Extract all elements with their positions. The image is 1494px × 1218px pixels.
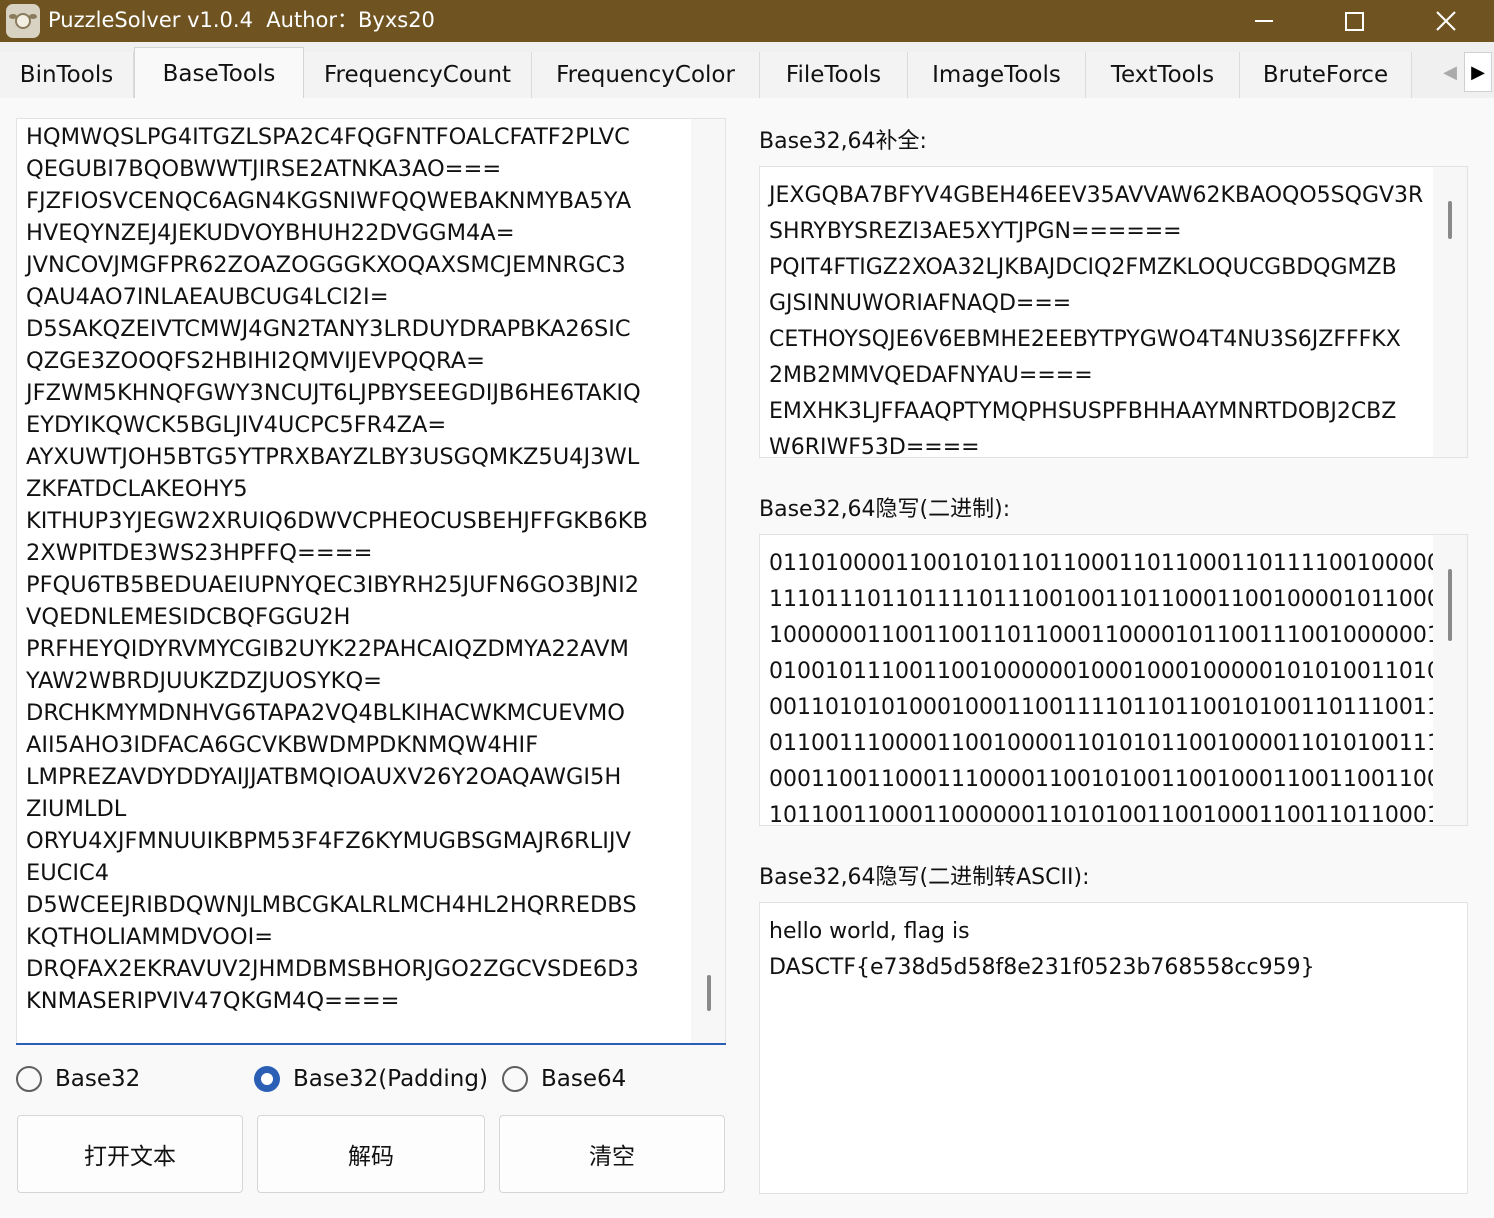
text-line: JFZWM5KHNQFGWY3NCUJT6LJPBYSEEGDIJB6HE6TA… [26, 380, 641, 406]
text-line: HVEQYNZEJ4JEKUDVOYBHUH22DVGGM4A= [26, 220, 515, 246]
text-line: GJSINNUWORIAFNAQD=== [769, 291, 1072, 316]
text-line: DRCHKMYMDNHVG6TAPA2VQ4BLKIHACWKMCUEVMO [26, 700, 625, 726]
binary-output[interactable]: 0110100001100101011011000110110001101111… [759, 534, 1468, 826]
text-line: EYDYIKQWCK5BGLJIV4UCPC5FR4ZA= [26, 412, 447, 438]
text-line: 0110011100001100100001101010110010000110… [769, 731, 1455, 756]
ascii-output-text: hello world, flag is DASCTF{e738d5d58f8e… [769, 914, 1315, 986]
text-line: PRFHEYQIDYRVMYCGIB2UYK22PAHCAIQZDMYA22AV… [26, 636, 629, 662]
text-line: FJZFIOSVCENQC6AGN4KGSNIWFQQWEBAKNMYBA5YA [26, 188, 632, 214]
text-line: KITHUP3YJEGW2XRUIQ6DWVCPHEOCUSBEHJFFGKB6… [26, 508, 648, 534]
chevron-right-icon: ▶ [1471, 61, 1485, 83]
tab-bar: BinTools BaseTools FrequencyCount Freque… [0, 42, 1494, 99]
text-line: 0001100110001110000110010100110010001100… [769, 767, 1455, 792]
text-line: EMXHK3LJFFAAQPTYMQPHSUSPFBHHAAYMNRTDOBJ2… [769, 399, 1397, 424]
text-line: QZGE3ZOOQFS2HBIHI2QMVIJEVPQQRA= [26, 348, 485, 374]
tab-bintools[interactable]: BinTools [0, 52, 134, 98]
text-line: 2MB2MMVQEDAFNYAU==== [769, 363, 1093, 388]
ascii-label: Base32,64隐写(二进制转ASCII): [759, 865, 1090, 890]
radio-base32-padding-label[interactable]: Base32(Padding) [293, 1066, 488, 1092]
text-line: ZIUMLDL [26, 796, 127, 822]
text-line: 2XWPITDE3WS23HPFFQ==== [26, 540, 373, 566]
window-title: PuzzleSolver v1.0.4 Author：Byxs20 [48, 8, 435, 32]
tab-scroll-left-button[interactable]: ◀ [1436, 52, 1464, 92]
binary-scrollbar[interactable] [1433, 535, 1467, 825]
text-line: QAU4AO7INLAEAUBCUG4LCI2I= [26, 284, 389, 310]
input-text: HQMWQSLPG4ITGZLSPA2C4FQGFNTFOALCFATF2PLV… [26, 121, 648, 1017]
minimize-icon [1255, 20, 1273, 22]
text-line: ZKFATDCLAKEOHY5 [26, 476, 248, 502]
text-line: JEXGQBA7BFYV4GBEH46EEV35AVVAW62KBAOQO5SQ… [769, 183, 1424, 208]
text-line: JVNCOVJMGFPR62ZOAZOGGGKXOQAXSMCJEMNRGC3 [26, 252, 626, 278]
radio-base32[interactable] [16, 1066, 42, 1092]
close-icon [1436, 11, 1456, 31]
padding-label: Base32,64补全: [759, 129, 927, 154]
tab-frequencycount[interactable]: FrequencyCount [304, 52, 532, 98]
text-line: PQIT4FTIGZ2XOA32LJKBAJDCIQ2FMZKLOQUCGBDQ… [769, 255, 1397, 280]
tab-basetools[interactable]: BaseTools [134, 47, 304, 99]
text-line: PFQU6TB5BEDUAEIUPNYQEC3IBYRH25JUFN6GO3BJ… [26, 572, 640, 598]
text-line: ORYU4XJFMNUUIKBPM53F4FZ6KYMUGBSGMAJR6RLI… [26, 828, 631, 854]
binary-output-text: 0110100001100101011011000110110001101111… [769, 546, 1455, 826]
text-line: DRQFAX2EKRAVUV2JHMDBMSBHORJGO2ZGCVSDE6D3 [26, 956, 639, 982]
radio-base64[interactable] [502, 1066, 528, 1092]
tab-bruteforce[interactable]: BruteForce [1240, 52, 1412, 98]
padding-scroll-thumb[interactable] [1448, 201, 1452, 239]
text-line: AYXUWTJOH5BTG5YTPRXBAYZLBY3USGQMKZ5U4J3W… [26, 444, 640, 470]
binary-scroll-thumb[interactable] [1448, 569, 1452, 641]
tab-texttools[interactable]: TextTools [1086, 52, 1240, 98]
text-line: 1000000110011001101100011000010110011100… [769, 623, 1455, 648]
input-textarea[interactable]: HQMWQSLPG4ITGZLSPA2C4FQGFNTFOALCFATF2PLV… [16, 118, 726, 1044]
text-line: KQTHOLIAMMDVOOI= [26, 924, 274, 950]
title-bar: PuzzleSolver v1.0.4 Author：Byxs20 [0, 0, 1494, 42]
text-line: 0100101110011001000000100010001000001010… [769, 659, 1455, 684]
padding-output-text: JEXGQBA7BFYV4GBEH46EEV35AVVAW62KBAOQO5SQ… [769, 178, 1424, 458]
tab-frequencycolor[interactable]: FrequencyColor [532, 52, 760, 98]
tab-imagetools[interactable]: ImageTools [908, 52, 1086, 98]
minimize-button[interactable] [1218, 0, 1310, 42]
text-line: D5WCEEJRIBDQWNJLMBCGKALRLMCH4HL2HQRREDBS [26, 892, 637, 918]
binary-label: Base32,64隐写(二进制): [759, 497, 1011, 522]
text-line: AII5AHO3IDFACA6GCVKBWDMPDKNMQW4HIF [26, 732, 539, 758]
text-line: EUCIC4 [26, 860, 110, 886]
chevron-left-icon: ◀ [1443, 61, 1457, 83]
input-focus-underline [16, 1043, 726, 1045]
text-line: DASCTF{e738d5d58f8e231f0523b768558cc959} [769, 955, 1315, 980]
text-line: 1110111011011110111001001101100011001000… [769, 587, 1455, 612]
text-line: YAW2WBRDJUUKZDZJUOSYKQ= [26, 668, 383, 694]
clear-button[interactable]: 清空 [499, 1115, 725, 1193]
text-line: 0110100001100101011011000110110001101111… [769, 551, 1455, 576]
padding-output[interactable]: JEXGQBA7BFYV4GBEH46EEV35AVVAW62KBAOQO5SQ… [759, 166, 1468, 458]
tab-filetools[interactable]: FileTools [760, 52, 908, 98]
text-line: CETHOYSQJE6V6EBMHE2EEBYTPYGWO4T4NU3S6JZF… [769, 327, 1401, 352]
text-line: VQEDNLEMESIDCBQFGGU2H [26, 604, 351, 630]
radio-base64-label[interactable]: Base64 [541, 1066, 626, 1092]
text-line: 1011001100011000000110101001100100011001… [769, 803, 1455, 826]
padding-scrollbar[interactable] [1433, 167, 1467, 457]
text-line: hello world, flag is [769, 919, 970, 944]
text-line: D5SAKQZEIVTCMWJ4GN2TANY3LRDUYDRAPBKA26SI… [26, 316, 631, 342]
radio-base32-padding[interactable] [254, 1066, 280, 1092]
text-line: 0011010101000100011001111011011001010011… [769, 695, 1455, 720]
text-line: QEGUBI7BQOBWWTJIRSE2ATNKA3AO=== [26, 156, 502, 182]
sheep-app-icon [6, 4, 40, 38]
input-scrollbar[interactable] [691, 119, 725, 1043]
maximize-icon [1344, 11, 1364, 31]
text-line: KNMASERIPVIV47QKGM4Q==== [26, 988, 400, 1014]
maximize-button[interactable] [1308, 0, 1400, 42]
text-line: W6RIWF53D==== [769, 435, 980, 458]
close-button[interactable] [1400, 0, 1492, 42]
tab-scroll-right-button[interactable]: ▶ [1464, 52, 1492, 92]
open-text-button[interactable]: 打开文本 [17, 1115, 243, 1193]
text-line: HQMWQSLPG4ITGZLSPA2C4FQGFNTFOALCFATF2PLV… [26, 124, 630, 150]
text-line: LMPREZAVDYDDYAIJJATBMQIOAUXV26Y2OAQAWGI5… [26, 764, 622, 790]
radio-base32-label[interactable]: Base32 [55, 1066, 140, 1092]
ascii-output[interactable]: hello world, flag is DASCTF{e738d5d58f8e… [759, 902, 1468, 1194]
decode-button[interactable]: 解码 [257, 1115, 485, 1193]
text-line: SHRYBYSREZI3AE5XYTJPGN====== [769, 219, 1182, 244]
input-scroll-thumb[interactable] [707, 975, 711, 1011]
